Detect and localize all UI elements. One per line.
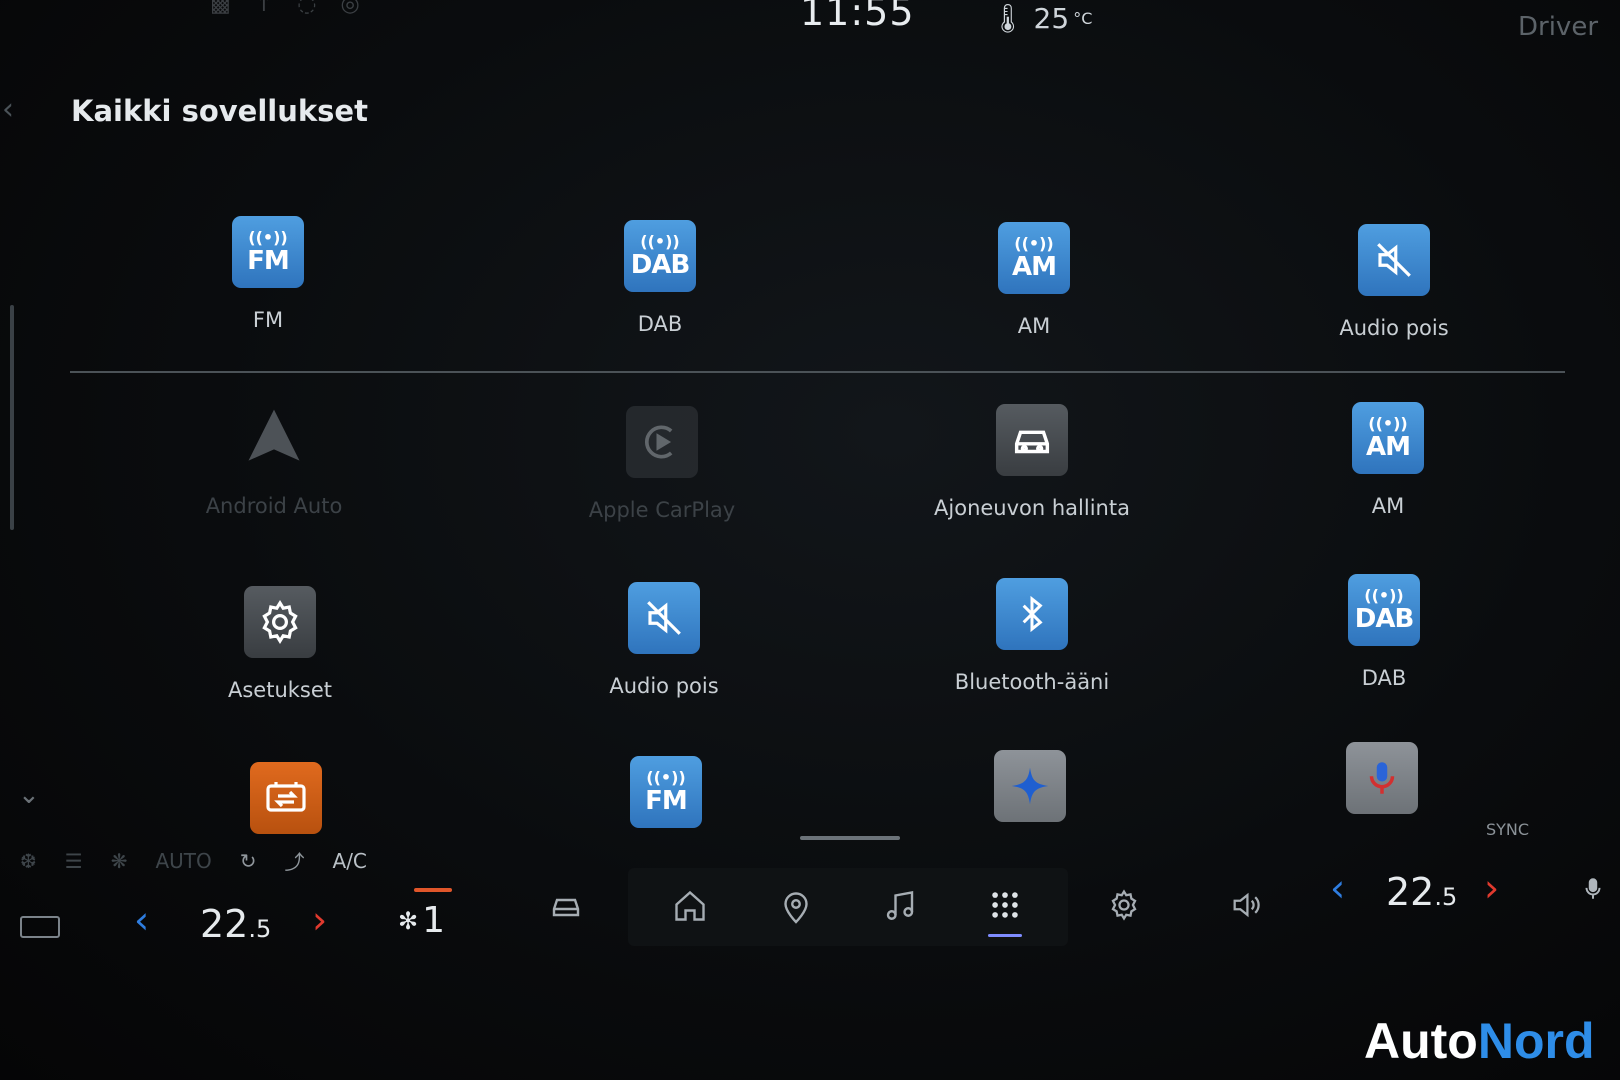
app-dab[interactable]: ((•)) DAB DAB [530,220,790,336]
dab-radio-icon: ((•)) DAB [624,220,696,292]
nav-map-pin-icon[interactable] [766,888,826,935]
globe-off-icon: ◌ [297,0,317,17]
clock: 11:55 [800,0,915,34]
fan-icon: ✻ [398,906,419,935]
app-label: Apple CarPlay [588,498,736,522]
brand-watermark: AutoNord [1364,1013,1595,1069]
app-assistant[interactable] [900,750,1160,822]
app-am[interactable]: ((•)) AM AM [904,222,1164,338]
app-settings[interactable]: Asetukset [150,586,410,702]
app-label: AM [1371,494,1405,518]
climate-controls: ❆ ☰ ❋ AUTO ↻ ⤴ A/C [20,846,367,875]
battery-swap-icon [250,762,322,834]
temperature-unit: °C [1073,9,1093,28]
nav-car-icon[interactable] [536,888,596,933]
left-temp-down-icon[interactable]: ‹ [134,898,149,942]
app-label: DAB [1361,666,1407,690]
page-title: Kaikki sovellukset [71,94,368,128]
app-vehicle-control[interactable]: Ajoneuvon hallinta [902,404,1162,520]
nav-apps-grid-icon[interactable] [975,888,1035,931]
nav-home-icon[interactable] [660,888,720,933]
microphone-icon [1346,742,1418,814]
thermometer-icon: 🌡 [990,2,1026,35]
rear-defrost-icon[interactable]: ❆ [20,849,37,873]
media-screen-icon[interactable] [20,916,60,938]
infotainment-screen: ▩ ↑ ◌ ◎ 11:55 🌡 25 °C Driver ‹ Kaikki so… [0,0,1620,1080]
back-chevron-icon[interactable]: ‹ [2,92,14,127]
right-temperature[interactable]: 22.5 [1386,870,1457,914]
voice-microphone-icon[interactable] [1580,872,1606,914]
driver-profile[interactable]: Driver [1518,12,1598,42]
bluetooth-icon [996,578,1068,650]
app-audio-off-2[interactable]: Audio pois [534,582,794,698]
climate-auto[interactable]: AUTO [155,849,211,873]
ac-button[interactable]: A/C [333,849,367,873]
fan-level: 1 [422,900,446,941]
app-dab-2[interactable]: ((•)) DAB DAB [1254,574,1514,690]
upload-icon: ↑ [254,0,274,17]
android-auto-icon [238,402,310,474]
car-icon [996,404,1068,476]
page-indicator [800,836,900,840]
am-radio-icon: ((•)) AM [1352,402,1424,474]
app-fm[interactable]: ((•)) FM FM [138,216,398,332]
app-label: Audio pois [609,674,719,698]
app-label: Audio pois [1339,316,1449,340]
am-radio-icon: ((•)) AM [998,222,1070,294]
app-label: DAB [637,312,683,336]
app-am-2[interactable]: ((•)) AM AM [1258,402,1518,518]
nav-volume-icon[interactable] [1216,888,1276,931]
fan-off-icon[interactable]: ❋ [111,849,128,873]
sync-label[interactable]: SYNC [1486,820,1529,839]
speaker-mute-icon [628,582,700,654]
app-android-auto[interactable]: Android Auto [144,402,404,518]
app-label: Bluetooth-ääni [954,670,1110,694]
app-label: Asetukset [227,678,333,702]
outside-temperature: 🌡 25 °C [990,2,1092,35]
app-label: Android Auto [205,494,343,518]
target-icon: ◎ [340,0,360,17]
app-voice[interactable] [1252,742,1512,814]
right-temp-down-icon[interactable]: ‹ [1330,866,1345,910]
right-temp-up-icon[interactable]: › [1484,866,1499,910]
sparkle-star-icon [994,750,1066,822]
active-tab-indicator [988,934,1022,937]
left-temp-up-icon[interactable]: › [312,898,327,942]
section-divider [70,371,1565,373]
seat-airflow-icon[interactable]: ⤴ [285,846,305,875]
app-battery[interactable] [156,762,416,834]
app-apple-carplay[interactable]: Apple CarPlay [532,406,792,522]
fan-speed[interactable]: ✻ 1 [398,900,445,941]
gear-icon [244,586,316,658]
app-label: FM [252,308,284,332]
carplay-icon [626,406,698,478]
dab-radio-icon: ((•)) DAB [1348,574,1420,646]
message-icon: ▩ [210,0,231,17]
nav-music-icon[interactable] [870,888,930,933]
app-bluetooth-audio[interactable]: Bluetooth-ääni [902,578,1162,694]
temperature-value: 25 [1033,2,1070,35]
scrollbar[interactable] [10,305,14,530]
app-audio-off[interactable]: Audio pois [1264,224,1524,340]
fan-level-bar [414,888,452,892]
chevron-down-icon[interactable]: ⌄ [18,780,40,810]
fm-radio-icon: ((•)) FM [630,756,702,828]
app-fm-2[interactable]: ((•)) FM [536,756,796,828]
status-icons: ▩ ↑ ◌ ◎ [210,0,360,17]
app-label: Ajoneuvon hallinta [934,496,1130,520]
air-recirculation-icon[interactable]: ↻ [240,849,257,873]
app-label: AM [1017,314,1051,338]
front-defrost-icon[interactable]: ☰ [65,849,83,873]
nav-settings-gear-icon[interactable] [1094,888,1154,931]
left-temperature[interactable]: 22.5 [200,902,271,946]
fm-radio-icon: ((•)) FM [232,216,304,288]
speaker-mute-icon [1358,224,1430,296]
